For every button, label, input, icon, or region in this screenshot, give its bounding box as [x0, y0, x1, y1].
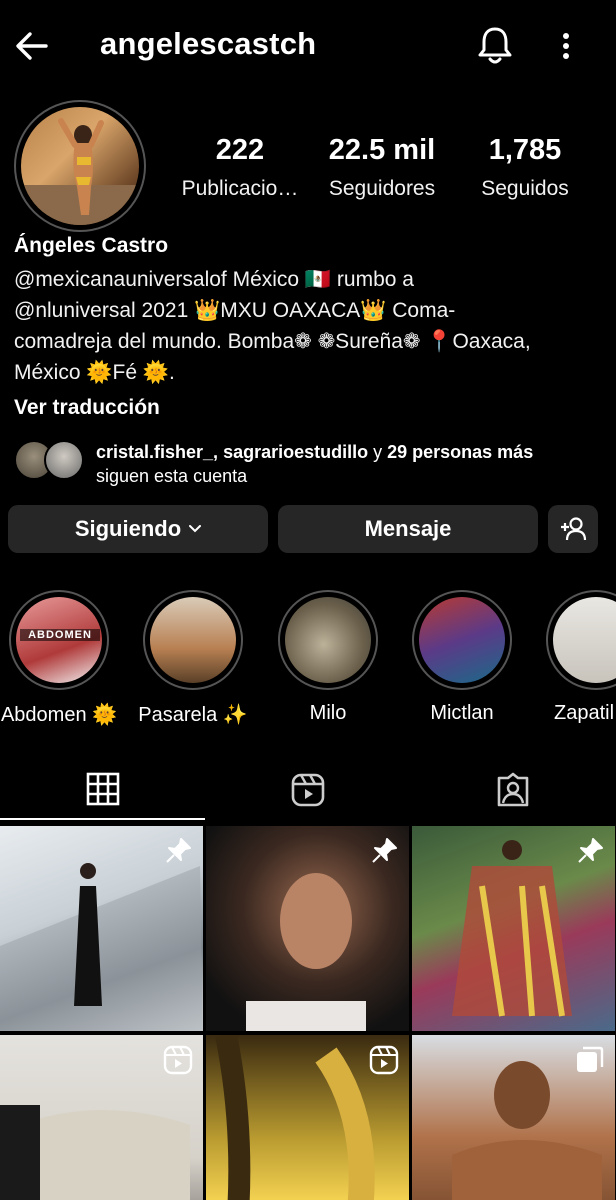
reels-icon [163, 1045, 193, 1075]
stat-following[interactable]: 1,785 Seguidos [466, 134, 584, 201]
reels-icon [291, 773, 324, 807]
profile-name: Ángeles Castro [14, 234, 169, 257]
stat-posts[interactable]: 222 Publicacio… [172, 134, 308, 201]
bio-line[interactable]: @mexicanauniversalof México 🇲🇽 rumbo a [14, 264, 604, 295]
highlight-ring [412, 590, 512, 690]
highlight-cover: ABDOMEN [16, 597, 102, 683]
message-label: Mensaje [364, 516, 452, 541]
tab-posts-grid[interactable] [0, 760, 205, 820]
mutual-followers-text[interactable]: cristal.fisher_, sagrarioestudillo y 29 … [96, 440, 533, 488]
add-user-button[interactable] [548, 505, 598, 553]
highlight-cover [150, 597, 236, 683]
highlight-cover [285, 597, 371, 683]
highlight-abdomen[interactable]: ABDOMEN Abdomen 🌞 [1, 590, 117, 727]
following-button[interactable]: Siguiendo [8, 505, 268, 553]
avatar-image [21, 107, 139, 225]
post-thumbnail[interactable] [206, 1035, 409, 1200]
carousel-icon [577, 1046, 604, 1072]
post-thumbnail[interactable] [412, 826, 615, 1031]
more-vertical-icon[interactable] [554, 28, 578, 64]
profile-avatar[interactable] [14, 100, 146, 232]
post-thumbnail[interactable] [0, 826, 203, 1031]
see-translation-link[interactable]: Ver traducción [14, 396, 160, 420]
reels-icon [369, 1045, 399, 1075]
bio-line[interactable]: @nluniversal 2021 👑MXU OAXACA👑 Coma- [14, 295, 604, 326]
posts-count: 222 [215, 134, 265, 166]
highlight-ring: ABDOMEN [9, 590, 109, 690]
highlight-cover [553, 597, 616, 683]
highlight-label: Abdomen 🌞 [0, 704, 118, 726]
highlight-label: Zapatil [554, 702, 615, 724]
highlight-label: Pasarela ✨ [138, 704, 248, 726]
posts-label: Publicacio… [181, 177, 299, 200]
profile-bio: @mexicanauniversalof México 🇲🇽 rumbo a @… [14, 264, 604, 388]
highlight-pasarela[interactable]: Pasarela ✨ [138, 590, 248, 727]
bio-line: México 🌞Fé 🌞. [14, 361, 175, 384]
bell-icon[interactable] [476, 24, 514, 66]
arrow-left-icon[interactable] [12, 26, 52, 66]
highlight-cover-text: ABDOMEN [20, 629, 100, 641]
following-label: Seguidos [481, 177, 569, 200]
pin-icon [578, 838, 603, 863]
tab-tagged[interactable] [410, 760, 615, 820]
highlight-label: Mictlan [430, 702, 494, 724]
chevron-down-icon [189, 525, 202, 533]
followers-count: 22.5 mil [328, 134, 436, 166]
top-bar: angelescastch [0, 0, 616, 90]
mutual-follower-avatar[interactable] [44, 440, 84, 480]
pin-icon [372, 838, 397, 863]
followers-label: Seguidores [328, 177, 436, 200]
post-thumbnail[interactable] [0, 1035, 203, 1200]
tab-reels[interactable] [205, 760, 410, 820]
highlight-ring [546, 590, 616, 690]
highlight-mictlan[interactable]: Mictlan [412, 590, 512, 725]
following-count: 1,785 [488, 134, 562, 166]
mutual-connector: y [368, 442, 388, 462]
highlight-ring [278, 590, 378, 690]
mutual-line2: siguen esta cuenta [96, 466, 248, 486]
message-button[interactable]: Mensaje [278, 505, 538, 553]
add-user-icon [561, 517, 587, 541]
highlight-cover [419, 597, 505, 683]
tagged-icon [497, 772, 528, 807]
highlight-label: Milo [309, 702, 347, 724]
profile-tabs [0, 760, 616, 822]
stat-followers[interactable]: 22.5 mil Seguidores [316, 134, 448, 201]
highlight-zapatillas[interactable]: Zapatil [546, 590, 616, 725]
bio-line: comadreja del mundo. Bomba❁ ❁Sureña❁ 📍Oa… [14, 330, 531, 353]
highlight-ring [143, 590, 243, 690]
avatar-figure [21, 118, 139, 225]
grid-icon [86, 772, 119, 806]
following-label: Siguiendo [74, 516, 182, 541]
mutual-more: 29 personas más [387, 442, 534, 462]
profile-username: angelescastch [100, 26, 317, 61]
post-thumbnail[interactable] [206, 826, 409, 1031]
highlight-milo[interactable]: Milo [278, 590, 378, 725]
pin-icon [166, 838, 191, 863]
post-thumbnail[interactable] [412, 1035, 615, 1200]
mutual-names: cristal.fisher_, sagrarioestudillo [96, 442, 369, 462]
